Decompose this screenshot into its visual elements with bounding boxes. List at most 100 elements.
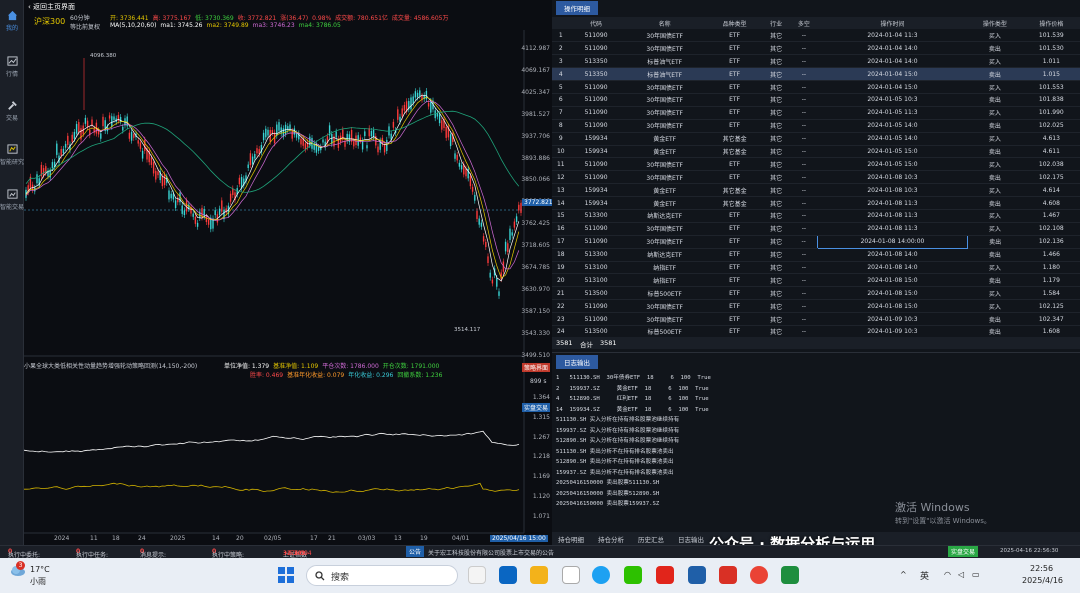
candle-body (71, 134, 73, 142)
sidebar-item-smart-trade[interactable]: 智能交易 (0, 189, 24, 211)
column-header[interactable]: 代码 (569, 17, 623, 29)
table-cell: 买入 (967, 106, 1023, 120)
bench-annual: 基准年化收益: 0.079 (287, 372, 345, 379)
store-icon[interactable] (562, 566, 580, 584)
table-cell: 30年国债ETF (622, 222, 707, 236)
column-header[interactable]: 操作类型 (967, 17, 1023, 29)
tab-positions[interactable]: 持仓明细 (558, 534, 584, 544)
table-cell: 30年国债ETF (622, 119, 707, 133)
table-row[interactable]: 18 513300 纳斯达克ETF ETF 其它 -- 2024-01-08 14:0 卖出 1… (552, 248, 1080, 262)
table-cell: 102.038 (1022, 157, 1080, 172)
table-row[interactable]: 15 513300 纳斯达克ETF ETF 其它 -- 2024-01-08 11:3 买入 1… (552, 209, 1080, 223)
tab-log-output[interactable]: 日志输出 (556, 355, 598, 369)
y-tick-label: 4112.987 (521, 45, 550, 52)
table-row[interactable]: 4 513350 标普油气ETF ETF 其它 -- 2024-01-04 15:0 卖出 1.… (552, 67, 1080, 82)
y-tick-label: 3630.970 (521, 285, 550, 293)
table-row[interactable]: 11 511090 30年国债ETF ETF 其它 -- 2024-01-05 15:0 买入… (552, 157, 1080, 172)
candle-body (60, 149, 62, 156)
remote-icon[interactable] (781, 566, 799, 584)
tab-position-analysis[interactable]: 持仓分析 (598, 534, 624, 544)
table-row[interactable]: 23 511090 30年国债ETF ETF 其它 -- 2024-01-09 10:3 卖出… (552, 312, 1080, 326)
table-cell: ETF (706, 41, 763, 56)
table-row[interactable]: 21 513500 标普500ETF ETF 其它 -- 2024-01-08 15:0 买入… (552, 286, 1080, 301)
candle-body (471, 186, 474, 192)
outlook-icon[interactable] (499, 566, 517, 584)
column-header[interactable]: 名称 (622, 17, 707, 29)
edge-icon[interactable] (592, 566, 610, 584)
app-icon-red[interactable] (719, 566, 737, 584)
table-row[interactable]: 8 511090 30年国债ETF ETF 其它 -- 2024-01-05 14:0 卖出 1… (552, 119, 1080, 133)
table-cell: ETF (706, 312, 763, 326)
sidebar-item-market[interactable]: 行情 (0, 56, 24, 78)
table-row[interactable]: 9 159934 黄金ETF 其它基金 其它 -- 2024-01-05 14:0 买入 4.6… (552, 132, 1080, 146)
column-header[interactable] (552, 17, 570, 29)
taskbar-search[interactable]: 搜索 (306, 565, 458, 586)
explorer-icon[interactable] (530, 566, 548, 584)
candle-body (249, 153, 252, 166)
x-tick-label: 11 (90, 535, 98, 542)
wifi-icon[interactable]: ◠ (944, 570, 951, 579)
y-tick-label: 3850.066 (521, 176, 550, 184)
column-header[interactable]: 多空 (790, 17, 818, 29)
table-row[interactable]: 14 159934 黄金ETF 其它基金 其它 -- 2024-01-08 11:3 卖出 4.… (552, 196, 1080, 210)
tab-trade-detail[interactable]: 操作明细 (556, 1, 598, 15)
table-cell: 其它 (762, 145, 791, 159)
table-cell: 卖出 (967, 170, 1023, 185)
live-trade-tag[interactable]: 实盘交易 (522, 403, 551, 412)
candle-body (383, 144, 386, 153)
table-cell: 511090 (569, 170, 623, 185)
table-row[interactable]: 10 159934 黄金ETF 其它基金 其它 -- 2024-01-05 15:0 卖出 4.… (552, 145, 1080, 159)
table-cell: 2024-01-04 15:0 (817, 67, 968, 82)
notice-text[interactable]: 关于宏工科技股份有限公司股票上市交易的公告 (428, 548, 554, 557)
wechat-icon[interactable] (624, 566, 642, 584)
table-row[interactable]: 7 511090 30年国债ETF ETF 其它 -- 2024-01-05 11:3 买入 1… (552, 106, 1080, 120)
table-cell: 1.467 (1022, 209, 1080, 223)
tray-chevron-icon[interactable]: ^ (900, 570, 907, 579)
log-line: 20250416150000 卖出股票511130.SH (556, 480, 660, 486)
trading-app-icon[interactable] (688, 566, 706, 584)
sidebar-item-mine[interactable]: 我的 (0, 10, 24, 32)
column-header[interactable]: 操作价格 (1022, 17, 1080, 29)
x-tick-label: 02/05 (264, 535, 282, 542)
table-cell: 10 (552, 145, 570, 159)
column-header[interactable]: 操作时间 (817, 17, 968, 29)
table-row[interactable]: 12 511090 30年国债ETF ETF 其它 -- 2024-01-08 10:3 卖出… (552, 170, 1080, 185)
table-row[interactable]: 13 159934 黄金ETF 其它基金 其它 -- 2024-01-08 10:3 买入 4.… (552, 183, 1080, 198)
table-row[interactable]: 16 511090 30年国债ETF ETF 其它 -- 2024-01-08 11:3 买入… (552, 222, 1080, 236)
table-row[interactable]: 19 513100 纳指ETF ETF 其它 -- 2024-01-08 14:0 买入 1.1… (552, 261, 1080, 275)
table-row[interactable]: 17 511090 30年国债ETF ETF 其它 -- 2024-01-08 14:00:… (552, 234, 1080, 249)
sidebar-item-trade[interactable]: 交易 (0, 100, 24, 122)
status-messages[interactable]: 消息提示: 0 (140, 548, 166, 559)
volume-icon[interactable]: ◁ (958, 570, 964, 579)
column-header[interactable]: 品种类型 (706, 17, 763, 29)
table-row[interactable]: 1 511090 30年国债ETF ETF 其它 -- 2024-01-04 11:3 买入 1… (552, 29, 1080, 43)
candle-body (449, 134, 452, 147)
table-row[interactable]: 3 513350 标普油气ETF ETF 其它 -- 2024-01-04 14:0 买入 1.… (552, 54, 1080, 69)
table-cell: 159934 (569, 132, 623, 146)
strategy-tag[interactable]: 策略界面 (522, 363, 551, 372)
kline-chart[interactable] (24, 0, 552, 545)
candle-body (155, 170, 157, 180)
candle-body (416, 92, 419, 98)
table-row[interactable]: 22 511090 30年国债ETF ETF 其它 -- 2024-01-08 15:0 买入… (552, 299, 1080, 314)
y-tick-label: 4069.167 (521, 66, 550, 74)
table-row[interactable]: 6 511090 30年国债ETF ETF 其它 -- 2024-01-05 10:3 卖出 1… (552, 93, 1080, 107)
start-icon[interactable] (278, 567, 294, 583)
sidebar-item-research[interactable]: 智能研究 (0, 144, 24, 166)
index-pct: +0.20% (283, 550, 308, 557)
tab-history[interactable]: 历史汇总 (638, 534, 664, 544)
live-trade-button[interactable]: 实盘交易 (948, 546, 979, 557)
table-row[interactable]: 2 511090 30年国债ETF ETF 其它 -- 2024-01-04 14:0 卖出 1… (552, 41, 1080, 56)
wps-icon[interactable] (656, 566, 674, 584)
table-row[interactable]: 5 511090 30年国债ETF ETF 其它 -- 2024-01-04 15:0 买入 1… (552, 80, 1080, 94)
battery-icon[interactable]: ▭ (972, 570, 980, 579)
table-cell: 其它 (762, 299, 791, 314)
table-row[interactable]: 20 513100 纳指ETF ETF 其它 -- 2024-01-08 15:0 卖出 1.1… (552, 273, 1080, 288)
tab-log[interactable]: 日志输出 (678, 534, 704, 544)
column-header[interactable]: 行业 (762, 17, 791, 29)
chrome-icon[interactable] (750, 566, 768, 584)
table-cell: 16 (552, 222, 570, 236)
candle-body (410, 97, 412, 110)
taskview-icon[interactable] (468, 566, 486, 584)
ime-indicator[interactable]: 英 (920, 569, 929, 582)
